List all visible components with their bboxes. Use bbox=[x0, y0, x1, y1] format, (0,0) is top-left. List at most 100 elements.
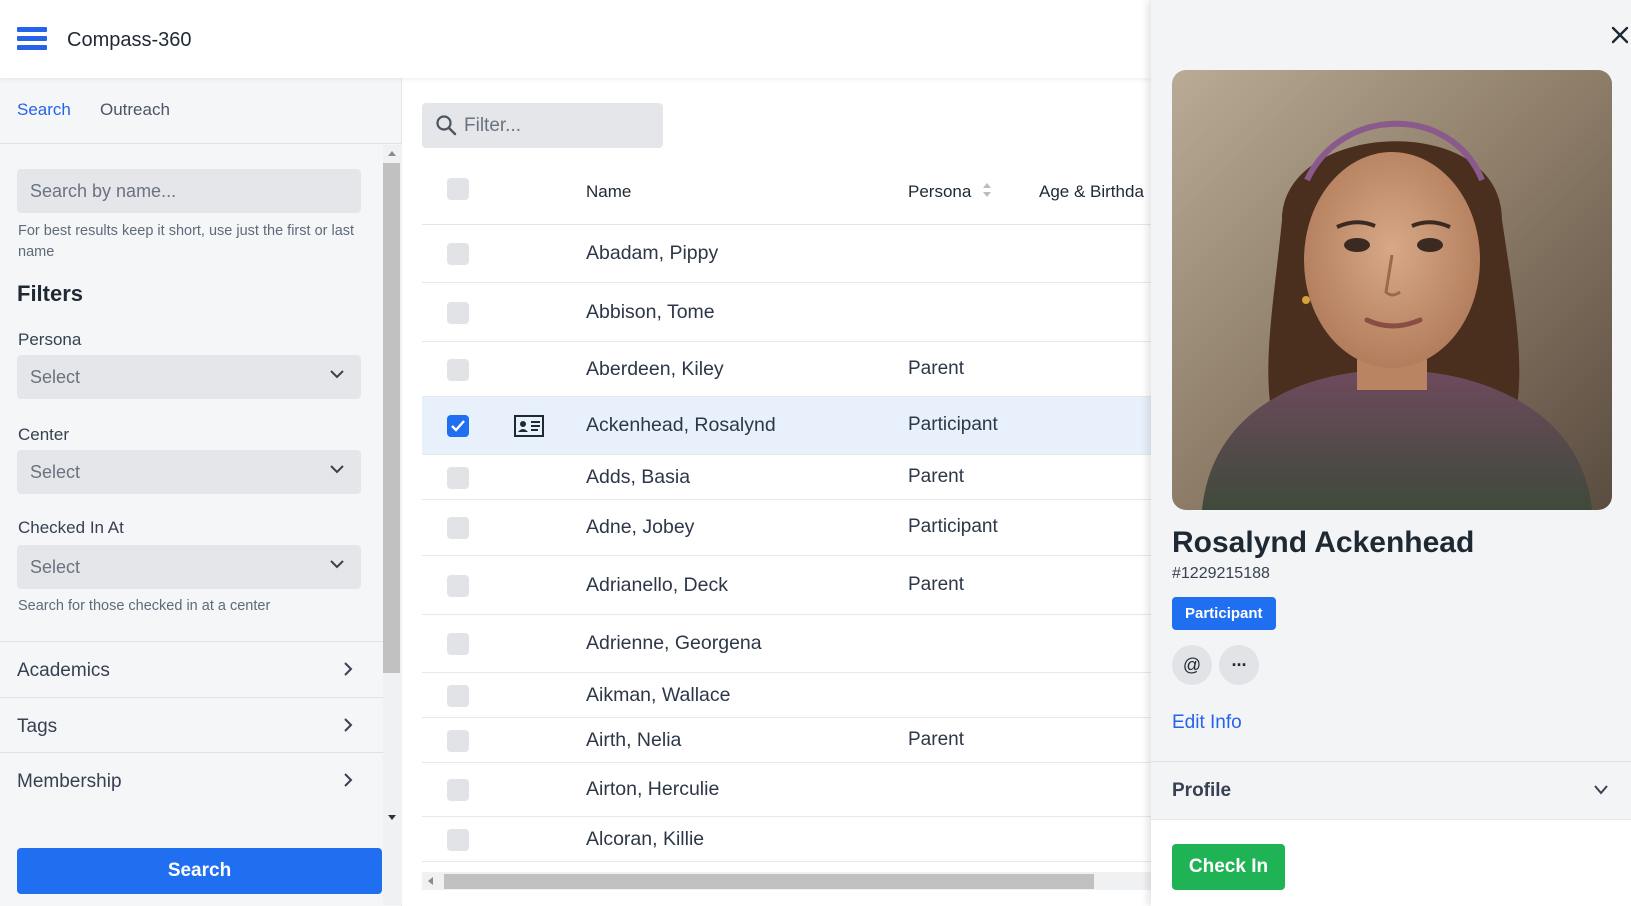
row-name[interactable]: Adrienne, Georgena bbox=[586, 632, 762, 655]
close-icon[interactable] bbox=[1610, 25, 1630, 45]
row-checkbox[interactable] bbox=[447, 828, 469, 851]
select-all-checkbox[interactable] bbox=[447, 178, 469, 200]
table-row[interactable]: Airth, Nelia Parent bbox=[422, 718, 1151, 763]
table-row[interactable]: Adrianello, Deck Parent bbox=[422, 556, 1151, 615]
scrollbar-thumb[interactable] bbox=[383, 163, 400, 673]
detail-footer: Check In bbox=[1151, 819, 1631, 906]
table-row[interactable]: Adrienne, Georgena bbox=[422, 615, 1151, 673]
table-row[interactable]: Adne, Jobey Participant bbox=[422, 500, 1151, 556]
row-checkbox[interactable] bbox=[447, 574, 469, 597]
row-checkbox[interactable] bbox=[447, 466, 469, 489]
filters-scrollbar[interactable] bbox=[383, 145, 402, 905]
table-row[interactable]: Alcoran, Killie bbox=[422, 817, 1151, 862]
app-title: Compass-360 bbox=[67, 29, 192, 51]
table-header: Name Persona Age & Birthda bbox=[422, 160, 1151, 225]
persona-label: Persona bbox=[18, 330, 82, 349]
row-persona: Parent bbox=[908, 465, 964, 487]
checked-in-at-select[interactable]: Select bbox=[17, 545, 361, 589]
tab-search[interactable]: Search bbox=[17, 100, 71, 120]
table-row[interactable]: Abbison, Tome bbox=[422, 283, 1151, 342]
row-checkbox[interactable] bbox=[447, 358, 469, 381]
edit-info-link[interactable]: Edit Info bbox=[1172, 712, 1242, 734]
chevron-down-icon bbox=[330, 465, 344, 474]
row-checkbox[interactable] bbox=[447, 243, 469, 265]
person-name: Rosalynd Ackenhead bbox=[1172, 526, 1475, 559]
row-checkbox[interactable] bbox=[447, 633, 469, 655]
column-header-persona[interactable]: Persona bbox=[908, 182, 971, 202]
more-options-icon: ··· bbox=[1231, 655, 1248, 675]
column-header-name[interactable]: Name bbox=[586, 182, 631, 202]
column-header-age-birthday[interactable]: Age & Birthda bbox=[1039, 182, 1144, 202]
sort-icon[interactable] bbox=[982, 181, 992, 199]
tags-section[interactable]: Tags bbox=[0, 697, 383, 753]
row-name[interactable]: Aikman, Wallace bbox=[586, 684, 731, 707]
chevron-right-icon bbox=[344, 718, 353, 732]
row-name[interactable]: Ackenhead, Rosalynd bbox=[586, 414, 776, 437]
table-row[interactable]: Abadam, Pippy bbox=[422, 225, 1151, 283]
at-sign-icon: @ bbox=[1182, 655, 1202, 675]
table-row[interactable]: Airton, Herculie bbox=[422, 763, 1151, 817]
row-name[interactable]: Abbison, Tome bbox=[586, 301, 715, 324]
table-filter-input[interactable] bbox=[464, 103, 654, 148]
id-card-icon[interactable] bbox=[514, 415, 544, 437]
row-name[interactable]: Aberdeen, Kiley bbox=[586, 358, 724, 381]
row-name[interactable]: Airth, Nelia bbox=[586, 729, 681, 752]
scroll-left-arrow-icon[interactable] bbox=[428, 877, 433, 885]
tab-outreach[interactable]: Outreach bbox=[100, 100, 170, 120]
row-name[interactable]: Adrianello, Deck bbox=[586, 574, 728, 597]
persona-select-value: Select bbox=[30, 367, 81, 387]
search-button[interactable]: Search bbox=[17, 848, 382, 894]
center-select-value: Select bbox=[30, 462, 81, 482]
email-button[interactable]: @ bbox=[1172, 645, 1212, 685]
chevron-right-icon bbox=[344, 662, 353, 676]
center-label: Center bbox=[18, 425, 70, 444]
name-search-input[interactable] bbox=[17, 169, 361, 213]
table-row[interactable]: Ackenhead, Rosalynd Participant bbox=[422, 397, 1151, 455]
row-name[interactable]: Abadam, Pippy bbox=[586, 242, 718, 265]
checked-in-at-hint: Search for those checked in at a center bbox=[18, 598, 271, 614]
table-row[interactable]: Aberdeen, Kiley Parent bbox=[422, 342, 1151, 397]
academics-section[interactable]: Academics bbox=[0, 641, 383, 697]
row-checkbox[interactable] bbox=[447, 729, 469, 752]
persona-badge: Participant bbox=[1172, 597, 1276, 630]
tags-label: Tags bbox=[17, 716, 58, 737]
row-name[interactable]: Adds, Basia bbox=[586, 466, 690, 489]
profile-section[interactable]: Profile bbox=[1151, 761, 1631, 819]
person-detail-panel: Rosalynd Ackenhead #1229215188 Participa… bbox=[1151, 0, 1631, 906]
row-name[interactable]: Airton, Herculie bbox=[586, 778, 719, 801]
row-checkbox[interactable] bbox=[447, 684, 469, 707]
chevron-down-icon bbox=[330, 560, 344, 569]
checkmark-icon bbox=[451, 420, 465, 432]
center-select[interactable]: Select bbox=[17, 450, 361, 494]
more-options-button[interactable]: ··· bbox=[1219, 645, 1259, 685]
scroll-up-arrow-icon[interactable] bbox=[388, 151, 396, 156]
horizontal-scrollbar-thumb[interactable] bbox=[444, 874, 1094, 889]
row-checkbox[interactable] bbox=[447, 517, 469, 539]
checked-in-at-label: Checked In At bbox=[18, 518, 124, 537]
chevron-right-icon bbox=[344, 773, 353, 787]
row-checkbox[interactable] bbox=[447, 301, 469, 324]
table-filter[interactable] bbox=[422, 103, 663, 148]
membership-section[interactable]: Membership bbox=[0, 752, 383, 808]
row-checkbox[interactable] bbox=[447, 415, 469, 437]
hamburger-menu-icon[interactable] bbox=[17, 27, 47, 51]
scroll-down-arrow-icon[interactable] bbox=[388, 815, 396, 820]
row-name[interactable]: Alcoran, Killie bbox=[586, 828, 704, 851]
search-icon bbox=[436, 115, 457, 136]
person-photo-image bbox=[1172, 70, 1612, 510]
check-in-button[interactable]: Check In bbox=[1172, 844, 1285, 890]
chevron-down-icon bbox=[1594, 785, 1608, 795]
row-persona: Participant bbox=[908, 414, 998, 435]
row-persona: Parent bbox=[908, 573, 964, 595]
persona-select[interactable]: Select bbox=[17, 355, 361, 399]
row-checkbox[interactable] bbox=[447, 779, 469, 801]
left-search-panel: Search Outreach For best results keep it… bbox=[0, 78, 402, 906]
table-row[interactable]: Adds, Basia Parent bbox=[422, 455, 1151, 500]
row-name[interactable]: Adne, Jobey bbox=[586, 516, 694, 539]
row-persona: Parent bbox=[908, 728, 964, 750]
person-id: #1229215188 bbox=[1172, 565, 1270, 582]
table-horizontal-scrollbar[interactable] bbox=[422, 872, 1151, 890]
top-bar: Compass-360 bbox=[0, 0, 1151, 78]
table-row[interactable]: Aikman, Wallace bbox=[422, 673, 1151, 718]
search-tabs: Search Outreach bbox=[0, 78, 402, 144]
